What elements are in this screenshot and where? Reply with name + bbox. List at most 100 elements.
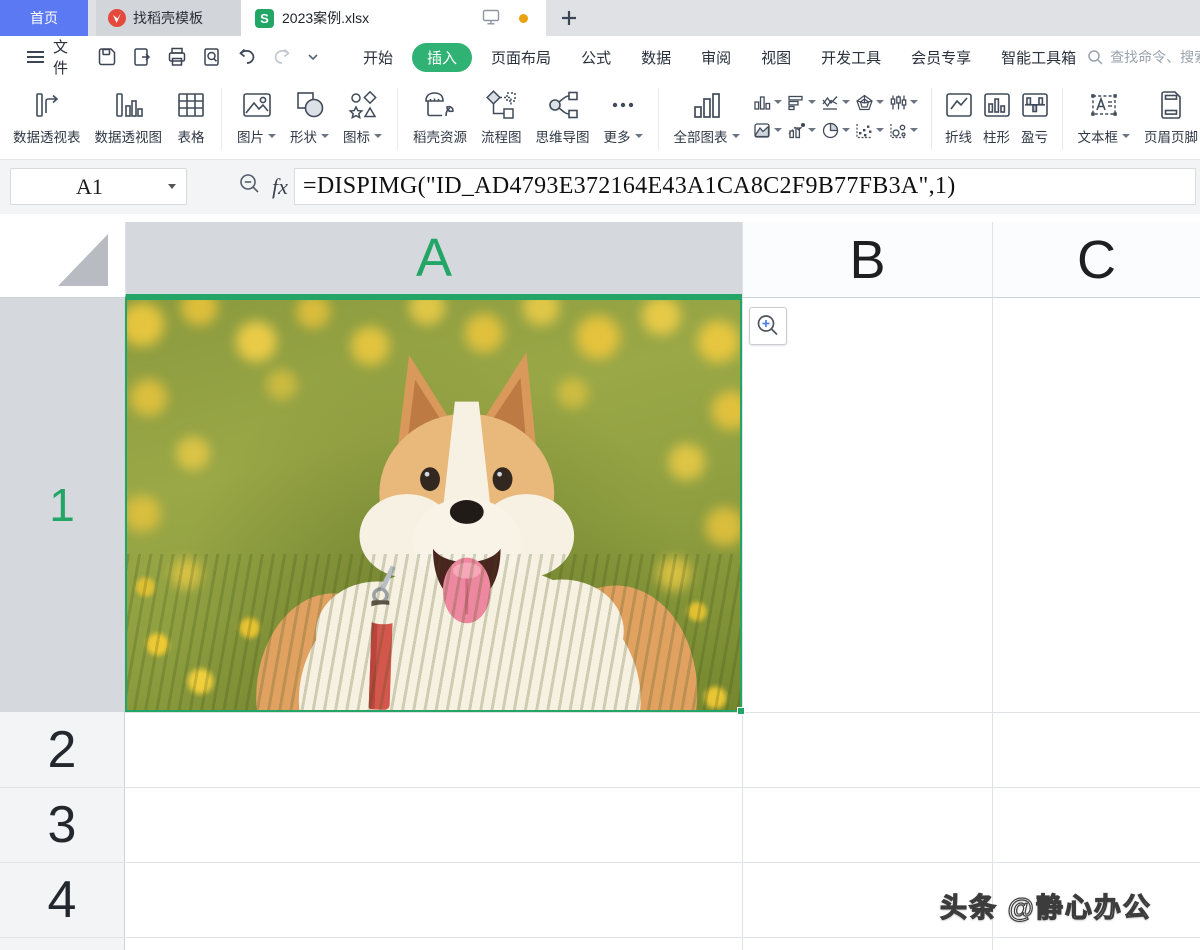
ribbon-group-divider bbox=[397, 88, 398, 150]
row-header-5-partial[interactable] bbox=[0, 937, 125, 950]
column-header-A[interactable]: A bbox=[125, 222, 742, 298]
search-placeholder: 查找命令、搜索模板 bbox=[1110, 47, 1200, 67]
icons-icon bbox=[347, 86, 379, 124]
shapes-button[interactable]: 形状 bbox=[290, 86, 329, 146]
row-header-1[interactable]: 1 bbox=[0, 298, 125, 712]
docer-logo-icon bbox=[108, 9, 126, 27]
customize-toolbar-chevron-icon[interactable] bbox=[306, 52, 320, 62]
command-search-box[interactable]: 查找命令、搜索模板 bbox=[1087, 47, 1200, 67]
mindmap-icon bbox=[546, 86, 580, 124]
name-box[interactable]: A1 bbox=[10, 168, 187, 205]
image-zoom-button[interactable] bbox=[749, 307, 787, 345]
tab-document-label: 2023案例.xlsx bbox=[282, 8, 369, 28]
insert-ribbon: 数据透视表 数据透视图 表格 图片 形状 图标 bbox=[0, 78, 1200, 160]
more-insert-button[interactable]: 更多 bbox=[604, 86, 643, 146]
ribbon-group-divider bbox=[931, 88, 932, 150]
autosave-status-dot bbox=[519, 14, 528, 23]
save-button[interactable] bbox=[96, 46, 118, 68]
menu-item-view[interactable]: 视图 bbox=[750, 43, 802, 72]
zoom-formula-icon[interactable] bbox=[238, 172, 262, 201]
dropdown-arrow-icon bbox=[268, 134, 276, 138]
formula-input[interactable]: =DISPIMG("ID_AD4793E372164E43A1CA8C2F9B7… bbox=[294, 168, 1196, 205]
menu-item-formulas[interactable]: 公式 bbox=[570, 43, 622, 72]
hamburger-icon bbox=[26, 50, 45, 64]
gridline bbox=[0, 787, 1200, 788]
column-chart-button[interactable] bbox=[753, 88, 787, 116]
pivot-chart-button[interactable]: 数据透视图 bbox=[95, 86, 163, 146]
tab-home[interactable]: 首页 bbox=[0, 0, 88, 36]
file-menu-label: 文件 bbox=[53, 36, 68, 78]
shapes-icon bbox=[294, 86, 326, 124]
tab-document-active[interactable]: S 2023案例.xlsx bbox=[241, 0, 546, 36]
gridline bbox=[992, 298, 993, 950]
sparkline-winloss-icon bbox=[1020, 86, 1050, 124]
pie-chart-button[interactable] bbox=[821, 116, 855, 144]
dropdown-arrow-icon bbox=[910, 128, 918, 132]
new-tab-button[interactable] bbox=[552, 0, 586, 36]
export-button[interactable] bbox=[131, 46, 153, 68]
picture-button[interactable]: 图片 bbox=[237, 86, 276, 146]
menu-item-start[interactable]: 开始 bbox=[352, 43, 404, 72]
name-box-dropdown-icon[interactable] bbox=[168, 184, 176, 189]
dropdown-arrow-icon bbox=[842, 128, 850, 132]
gridline bbox=[125, 712, 1200, 713]
sparkline-line-button[interactable]: 折线 bbox=[944, 86, 974, 146]
menu-item-member[interactable]: 会员专享 bbox=[900, 43, 982, 72]
dropdown-arrow-icon bbox=[910, 100, 918, 104]
table-button[interactable]: 表格 bbox=[176, 86, 206, 146]
docer-resources-button[interactable]: 稻壳资源 bbox=[413, 86, 467, 146]
mindmap-button[interactable]: 思维导图 bbox=[536, 86, 590, 146]
bar-chart-button[interactable] bbox=[787, 88, 821, 116]
column-header-C[interactable]: C bbox=[992, 222, 1200, 298]
select-all-corner[interactable] bbox=[0, 222, 125, 298]
menu-item-developer[interactable]: 开发工具 bbox=[810, 43, 892, 72]
formula-text: =DISPIMG("ID_AD4793E372164E43A1CA8C2F9B7… bbox=[303, 173, 956, 200]
table-icon bbox=[176, 86, 206, 124]
line-chart-button[interactable] bbox=[821, 88, 855, 116]
sparkline-line-icon bbox=[944, 86, 974, 124]
file-menu[interactable]: 文件 bbox=[0, 36, 82, 78]
redo-button[interactable] bbox=[271, 46, 293, 68]
row-header-4[interactable]: 4 bbox=[0, 862, 125, 937]
wps-spreadsheet-window: 首页 找稻壳模板 S 2023案例.xlsx 文件 bbox=[0, 0, 1200, 950]
sparkline-column-button[interactable]: 柱形 bbox=[982, 86, 1012, 146]
combo-chart-button[interactable] bbox=[787, 116, 821, 144]
print-preview-button[interactable] bbox=[201, 46, 223, 68]
print-button[interactable] bbox=[166, 46, 188, 68]
scatter-chart-button[interactable] bbox=[855, 116, 889, 144]
spreadsheet-badge-icon: S bbox=[255, 9, 274, 28]
menu-item-smart-toolbox[interactable]: 智能工具箱 bbox=[990, 43, 1087, 72]
search-icon bbox=[1087, 49, 1104, 66]
dropdown-arrow-icon bbox=[876, 100, 884, 104]
menu-item-data[interactable]: 数据 bbox=[630, 43, 682, 72]
tab-template-label: 找稻壳模板 bbox=[133, 8, 203, 28]
sparkline-winloss-button[interactable]: 盈亏 bbox=[1020, 86, 1050, 146]
fx-insert-function[interactable]: fx bbox=[272, 174, 288, 200]
radar-chart-button[interactable] bbox=[855, 88, 889, 116]
column-header-B[interactable]: B bbox=[742, 222, 992, 298]
watermark-text: 头条 @静心办公 bbox=[940, 886, 1190, 925]
row-header-2[interactable]: 2 bbox=[0, 712, 125, 787]
screen-share-icon[interactable] bbox=[481, 8, 501, 29]
pivot-table-icon bbox=[30, 86, 64, 124]
menu-item-page-layout[interactable]: 页面布局 bbox=[480, 43, 562, 72]
bubble-chart-button[interactable] bbox=[889, 116, 923, 144]
row-header-3[interactable]: 3 bbox=[0, 787, 125, 862]
chart-type-grid bbox=[753, 88, 923, 144]
area-chart-button[interactable] bbox=[753, 116, 787, 144]
icons-button[interactable]: 图标 bbox=[343, 86, 382, 146]
pivot-table-button[interactable]: 数据透视表 bbox=[13, 86, 81, 146]
menu-item-review[interactable]: 审阅 bbox=[690, 43, 742, 72]
all-charts-button[interactable]: 全部图表 bbox=[674, 86, 740, 146]
textbox-button[interactable]: 文本框 bbox=[1078, 86, 1131, 146]
stock-chart-button[interactable] bbox=[889, 88, 923, 116]
flowchart-button[interactable]: 流程图 bbox=[481, 86, 522, 146]
menu-item-insert[interactable]: 插入 bbox=[412, 43, 472, 72]
dropdown-arrow-icon bbox=[876, 128, 884, 132]
undo-button[interactable] bbox=[236, 46, 258, 68]
cell-A1-image[interactable] bbox=[127, 300, 740, 710]
sparkline-column-icon bbox=[982, 86, 1012, 124]
tab-docer-template[interactable]: 找稻壳模板 bbox=[96, 0, 241, 36]
header-footer-icon bbox=[1158, 86, 1184, 124]
header-footer-button[interactable]: 页眉页脚 bbox=[1144, 86, 1198, 146]
